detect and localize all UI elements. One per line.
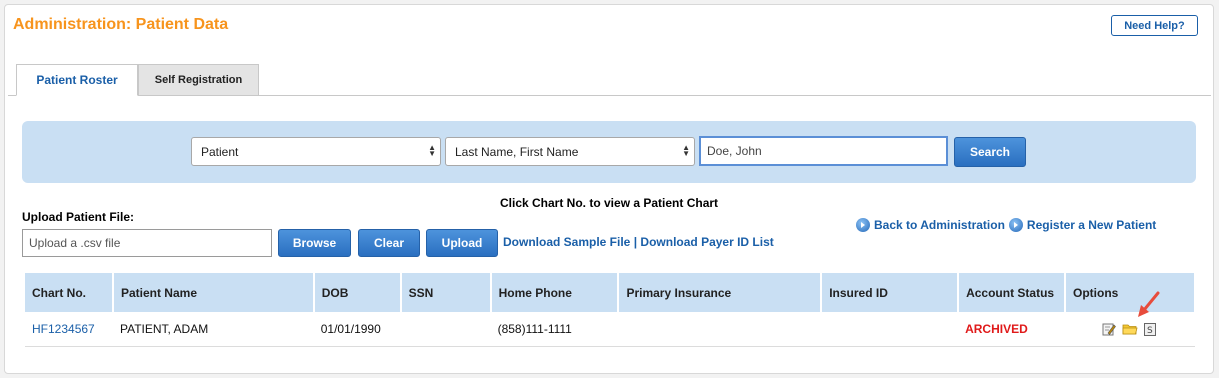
register-link-label: Register a New Patient	[1026, 218, 1157, 232]
col-home-phone[interactable]: Home Phone	[490, 273, 620, 312]
table-row: HF1234567 PATIENT, ADAM 01/01/1990 (858)…	[25, 312, 1195, 347]
search-type-select[interactable]: Patient ▲ ▼	[191, 137, 441, 166]
svg-text:S: S	[1147, 326, 1153, 336]
search-button[interactable]: Search	[954, 137, 1026, 167]
arrow-circle-icon	[1008, 218, 1023, 232]
patient-roster-table: Chart No. Patient Name DOB SSN Home Phon…	[25, 273, 1196, 347]
cell-dob: 01/01/1990	[313, 312, 401, 347]
col-patient-name[interactable]: Patient Name	[112, 273, 315, 312]
upload-file-input[interactable]: Upload a .csv file	[22, 229, 272, 257]
col-account-status[interactable]: Account Status	[958, 273, 1067, 312]
col-options: Options	[1065, 273, 1196, 312]
arrow-circle-icon	[856, 218, 870, 232]
chart-hint-text: Click Chart No. to view a Patient Chart	[500, 196, 719, 210]
table-header-row: Chart No. Patient Name DOB SSN Home Phon…	[25, 273, 1196, 312]
back-to-administration-link[interactable]: Back to Administration	[856, 218, 1005, 232]
select-arrows-icon: ▲ ▼	[428, 143, 436, 158]
col-chart-no[interactable]: Chart No.	[25, 273, 114, 312]
cell-ssn	[400, 312, 491, 347]
col-ssn[interactable]: SSN	[400, 273, 492, 312]
search-type-value: Patient	[201, 144, 239, 159]
cell-primary-insurance	[618, 312, 822, 347]
register-new-patient-link[interactable]: Register a New Patient	[1008, 218, 1157, 232]
search-field-value: Last Name, First Name	[455, 144, 579, 159]
cell-options: S	[1065, 312, 1195, 347]
browse-button[interactable]: Browse	[278, 229, 351, 257]
need-help-button[interactable]: Need Help?	[1111, 15, 1198, 36]
tab-patient-roster[interactable]: Patient Roster	[16, 64, 138, 96]
status-badge: ARCHIVED	[965, 322, 1028, 336]
tab-self-registration[interactable]: Self Registration	[138, 64, 259, 96]
col-insured-id[interactable]: Insured ID	[821, 273, 960, 312]
upload-label: Upload Patient File:	[22, 210, 135, 224]
download-links: Download Sample File | Download Payer ID…	[503, 235, 774, 249]
clear-button[interactable]: Clear	[358, 229, 420, 257]
select-arrows-icon: ▲ ▼	[682, 143, 690, 158]
col-primary-insurance[interactable]: Primary Insurance	[618, 273, 823, 312]
search-input[interactable]: Doe, John	[699, 136, 948, 166]
link-separator: |	[633, 235, 638, 249]
cell-patient-name: PATIENT, ADAM	[112, 312, 314, 347]
page-title: Administration: Patient Data	[13, 16, 229, 33]
download-payer-link[interactable]: Download Payer ID List	[640, 235, 773, 249]
chart-no-link[interactable]: HF1234567	[32, 322, 95, 336]
back-link-label: Back to Administration	[874, 218, 1005, 232]
cell-insured-id	[821, 312, 959, 347]
pointer-arrow-icon	[1134, 290, 1164, 325]
col-dob[interactable]: DOB	[313, 273, 402, 312]
edit-icon[interactable]	[1102, 322, 1116, 336]
cell-home-phone: (858)111-1111	[490, 312, 619, 347]
cell-chart-no: HF1234567	[25, 312, 113, 347]
download-sample-link[interactable]: Download Sample File	[503, 235, 630, 249]
search-field-select[interactable]: Last Name, First Name ▲ ▼	[445, 137, 695, 166]
cell-account-status: ARCHIVED	[958, 312, 1066, 347]
upload-button[interactable]: Upload	[426, 229, 498, 257]
admin-links: Back to Administration Register a New Pa…	[856, 218, 1156, 232]
